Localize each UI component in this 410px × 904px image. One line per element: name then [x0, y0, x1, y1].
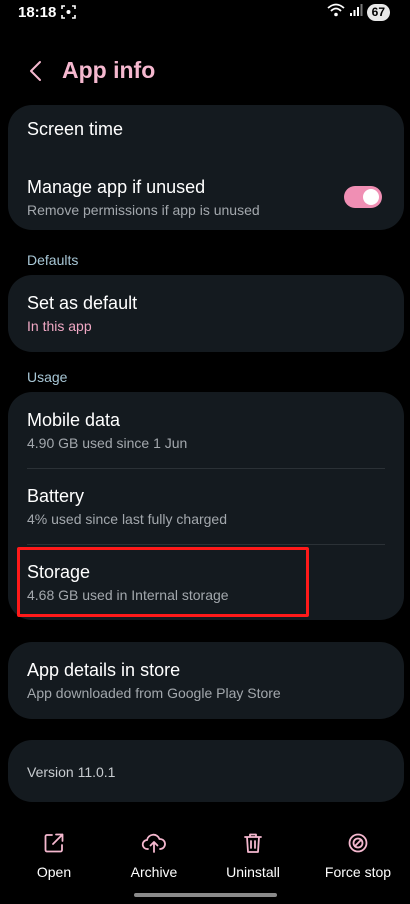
app-settings-card: Screen time Manage app if unused Remove … — [8, 105, 404, 230]
back-button[interactable] — [20, 56, 50, 86]
battery-title: Battery — [27, 486, 85, 506]
set-as-default-subtitle: In this app — [27, 318, 92, 334]
open-label: Open — [36, 864, 72, 880]
mobile-data-item[interactable]: Mobile data 4.90 GB used since 1 Jun — [8, 392, 404, 468]
screen-time-title: Screen time — [27, 119, 124, 139]
manage-app-subtitle: Remove permissions if app is unused — [27, 202, 260, 218]
defaults-card: Set as default In this app — [8, 275, 404, 352]
toggle-knob — [363, 189, 379, 205]
version-text: Version 11.0.1 — [27, 764, 116, 780]
uninstall-button[interactable]: Uninstall — [208, 826, 298, 882]
usage-card: Mobile data 4.90 GB used since 1 Jun Bat… — [8, 392, 404, 620]
trash-icon — [244, 833, 262, 853]
store-card: App details in store App downloaded from… — [8, 642, 404, 719]
battery-item[interactable]: Battery 4% used since last fully charged — [8, 469, 404, 545]
wifi-icon — [327, 3, 345, 22]
manage-app-if-unused-item[interactable]: Manage app if unused Remove permissions … — [8, 163, 404, 225]
chevron-left-icon — [30, 61, 41, 81]
force-stop-label: Force stop — [324, 864, 392, 880]
app-bar: App info — [0, 44, 410, 100]
app-details-subtitle: App downloaded from Google Play Store — [27, 685, 281, 701]
signal-icon — [349, 3, 363, 22]
mobile-data-subtitle: 4.90 GB used since 1 Jun — [27, 435, 188, 451]
status-icons: 67 — [327, 3, 390, 21]
set-as-default-title: Set as default — [27, 293, 138, 313]
open-button[interactable]: Open — [9, 826, 99, 882]
version-card: Version 11.0.1 — [8, 740, 404, 802]
uninstall-label: Uninstall — [226, 864, 280, 880]
battery-subtitle: 4% used since last fully charged — [27, 511, 227, 527]
storage-item[interactable]: Storage 4.68 GB used in Internal storage — [8, 545, 404, 620]
defaults-section-label: Defaults — [27, 252, 79, 268]
archive-button[interactable]: Archive — [109, 826, 199, 882]
bottom-action-bar: Open Archive Uninstall Force stop — [0, 826, 410, 886]
manage-app-title: Manage app if unused — [27, 177, 206, 197]
page-title: App info — [62, 57, 156, 83]
open-external-icon — [44, 833, 64, 853]
storage-subtitle: 4.68 GB used in Internal storage — [27, 587, 229, 603]
status-bar: 18:18 67 — [0, 0, 410, 26]
screen-time-item[interactable]: Screen time — [8, 105, 404, 155]
app-details-title: App details in store — [27, 660, 181, 680]
block-icon — [348, 833, 368, 853]
archive-label: Archive — [130, 864, 178, 880]
navigation-handle[interactable] — [134, 893, 277, 897]
battery-indicator: 67 — [366, 3, 390, 21]
storage-title: Storage — [27, 562, 91, 582]
force-stop-button[interactable]: Force stop — [313, 826, 403, 882]
status-time: 18:18 — [18, 4, 57, 21]
screenshot-icon — [61, 5, 76, 19]
mobile-data-title: Mobile data — [27, 410, 121, 430]
usage-section-label: Usage — [27, 369, 68, 385]
app-details-in-store-item[interactable]: App details in store App downloaded from… — [8, 642, 404, 719]
set-as-default-item[interactable]: Set as default In this app — [8, 275, 404, 352]
manage-app-toggle[interactable] — [344, 186, 382, 208]
cloud-upload-icon — [141, 833, 166, 853]
